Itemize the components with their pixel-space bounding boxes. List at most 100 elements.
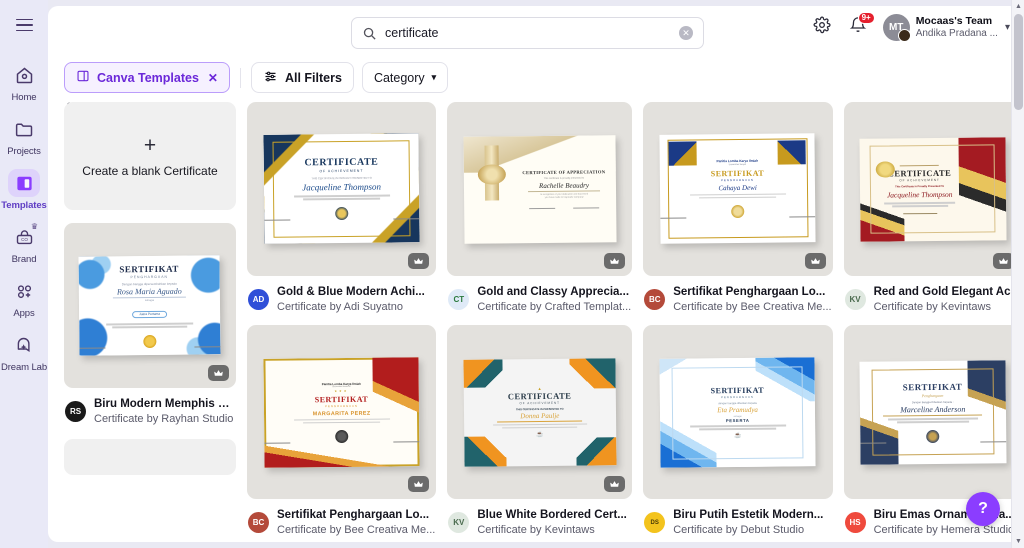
sidebar-item-apps[interactable]: Apps — [0, 270, 48, 324]
create-blank-certificate-card[interactable]: + Create a blank Certificate — [64, 102, 236, 210]
category-dropdown[interactable]: Category ▾ — [361, 62, 449, 93]
template-thumbnail[interactable]: ▲ CERTIFICATE OF ACHIEVEMENT THIS CERTIF… — [447, 325, 633, 500]
template-card[interactable]: Panitia Lomba Karya Ilmiah Universitas N… — [247, 325, 437, 537]
template-author: Certificate by Bee Creativa Me... — [277, 524, 436, 537]
cert-heading: CERTIFICATE — [304, 157, 379, 170]
template-title: Biru Modern Memphis Se... — [94, 398, 235, 410]
template-thumbnail[interactable]: SERTIFIKAT PENGHARGAAN dengan bangga dib… — [643, 325, 833, 500]
author-avatar: KV — [844, 289, 866, 311]
grid-column-right: CERTIFICATE OF ACHIEVEMENT THIS CERTIFIC… — [247, 102, 1020, 537]
template-author: Certificate by Kevintaws — [873, 300, 991, 313]
chevron-down-icon[interactable]: ▾ — [1005, 22, 1010, 33]
premium-crown-icon — [604, 253, 626, 269]
template-title: Sertifikat Penghargaan Lo... — [277, 509, 430, 522]
template-thumbnail[interactable]: CERTIFICATE OF APPRECIATION This certifi… — [447, 102, 633, 276]
template-thumbnail[interactable]: SERTIFIKAT PENGHARGAAN Dengan bangga dip… — [64, 223, 236, 388]
filter-divider — [239, 67, 241, 88]
template-thumbnail[interactable]: CERTIFICATE OF ACHIEVEMENT This Certific… — [843, 102, 1020, 276]
template-card[interactable]: Panitia Lomba Karya Ilmiah Universitas S… — [643, 102, 833, 314]
sidebar-item-label: Apps — [13, 308, 35, 319]
cert-subheading: OF ACHIEVEMENT — [319, 169, 364, 174]
clear-search-icon[interactable]: ✕ — [679, 26, 693, 40]
search-bar[interactable]: certificate ✕ — [351, 17, 704, 49]
all-filters-label: All Filters — [284, 70, 342, 85]
cert-subheading: This certificate is proudly presented to — [543, 176, 585, 180]
caret-up-icon[interactable]: ▲ — [1012, 0, 1024, 13]
author-avatar: BC — [248, 512, 269, 534]
cert-subheading: PENGHARGAAN — [721, 178, 755, 183]
search-icon — [362, 26, 377, 41]
chip-canva-templates[interactable]: Canva Templates ✕ — [64, 62, 230, 93]
cert-name: Jacqueline Thompson — [302, 182, 382, 194]
sidebar-item-templates[interactable]: Templates — [0, 162, 48, 216]
all-filters-button[interactable]: All Filters — [250, 62, 354, 93]
cert-subheading: OF ACHIEVEMENT — [519, 400, 560, 406]
sidebar-item-label: Templates — [1, 200, 47, 211]
template-thumbnail[interactable]: Panitia Lomba Karya Ilmiah Universitas N… — [247, 325, 437, 500]
author-avatar: DS — [644, 512, 666, 534]
close-icon[interactable]: ✕ — [208, 71, 218, 85]
main-panel: certificate ✕ 9+ MT Mocaas's Team Andika… — [48, 6, 1020, 542]
template-card[interactable]: ▲ CERTIFICATE OF ACHIEVEMENT THIS CERTIF… — [447, 325, 633, 537]
apps-icon — [8, 277, 40, 305]
template-card[interactable]: CERTIFICATE OF ACHIEVEMENT This Certific… — [843, 102, 1020, 314]
premium-crown-icon — [804, 253, 826, 269]
template-card[interactable]: CERTIFICATE OF ACHIEVEMENT THIS CERTIFIC… — [247, 102, 437, 314]
notifications-button[interactable]: 9+ — [845, 11, 875, 41]
cert-name: Eta Pramudya — [717, 405, 759, 415]
cert-subheading: PENGHARGAAN — [721, 394, 755, 400]
author-avatar: BC — [644, 289, 666, 311]
cert-subheading: PENGHARGAAN — [325, 403, 358, 408]
template-card-next-partial[interactable] — [64, 439, 236, 476]
scrollbar-thumb[interactable] — [1014, 14, 1023, 110]
template-title: Blue White Bordered Cert... — [477, 509, 627, 522]
grid-columns: + Create a blank Certificate SERTIFIKAT … — [48, 102, 1020, 537]
sidebar-item-home[interactable]: Home — [0, 54, 48, 108]
settings-button[interactable] — [809, 15, 835, 41]
cert-name: Cahaya Dewi — [718, 184, 758, 193]
brand-icon: CO ♛ — [8, 222, 40, 251]
caret-down-icon[interactable]: ▼ — [1012, 535, 1024, 548]
cert-name: Rosa Maria Aguado — [117, 286, 183, 296]
help-button[interactable]: ? — [966, 492, 1000, 526]
sidebar-item-label: Home — [11, 92, 37, 103]
template-title: Gold & Blue Modern Achi... — [277, 286, 425, 298]
template-thumbnail[interactable]: SERTIFIKAT Penghargaan Dengan Bangga Dib… — [843, 325, 1020, 500]
sidebar-item-dream-lab[interactable]: Dream Lab — [0, 324, 48, 378]
template-meta: CT Gold and Classy Apprecia... Certifica… — [447, 276, 632, 314]
template-card-featured[interactable]: SERTIFIKAT PENGHARGAAN Dengan bangga dip… — [64, 223, 236, 426]
author-avatar: RS — [65, 401, 86, 423]
header-actions: 9+ MT Mocaas's Team Andika Pradana ... ▾ — [809, 11, 1010, 42]
sidebar-item-label: Projects — [7, 146, 41, 157]
template-card[interactable]: SERTIFIKAT PENGHARGAAN dengan bangga dib… — [643, 325, 833, 537]
chevron-down-icon: ▾ — [431, 72, 437, 82]
sidebar-item-projects[interactable]: Projects — [0, 108, 48, 162]
template-author: Certificate by Bee Creativa Me... — [673, 300, 832, 313]
grid-column-left: + Create a blank Certificate SERTIFIKAT … — [64, 102, 236, 537]
cert-subheading: PENGHARGAAN — [130, 274, 169, 279]
template-meta: RS Biru Modern Memphis Se... Certificate… — [64, 388, 236, 426]
folder-icon — [8, 115, 40, 143]
cert-subheading: Penghargaan — [921, 392, 944, 398]
premium-crown-icon — [408, 253, 430, 269]
page-scrollbar[interactable]: ▲ ▼ — [1011, 0, 1024, 548]
account-menu[interactable]: MT Mocaas's Team Andika Pradana ... ▾ — [881, 14, 1010, 42]
sidebar-item-brand[interactable]: CO ♛ Brand — [0, 216, 48, 270]
notification-badge: 9+ — [857, 11, 875, 25]
cert-heading: SERTIFIKAT — [119, 263, 180, 274]
author-avatar: KV — [448, 512, 470, 534]
author-avatar: HS — [844, 512, 866, 534]
template-thumbnail[interactable]: Panitia Lomba Karya Ilmiah Universitas S… — [643, 102, 833, 276]
template-icon — [76, 69, 90, 86]
filter-bar: Canva Templates ✕ All Filters Category ▾ — [48, 60, 1020, 93]
cert-heading: SERTIFIKAT — [902, 381, 962, 393]
template-author: Certificate by Rayhan Studio — [94, 412, 234, 425]
template-thumbnail[interactable]: CERTIFICATE OF ACHIEVEMENT THIS CERTIFIC… — [247, 102, 437, 276]
canva-app-window: Home Projects Templates CO ♛ Brand Apps … — [0, 0, 1024, 548]
template-author: Certificate by Crafted Templat... — [477, 300, 632, 313]
cert-name: Marceline Anderson — [899, 404, 965, 415]
template-meta: BC Sertifikat Penghargaan Lo... Certific… — [643, 276, 832, 314]
search-input[interactable]: certificate — [385, 26, 679, 40]
hamburger-icon[interactable] — [9, 10, 39, 40]
template-card[interactable]: CERTIFICATE OF APPRECIATION This certifi… — [447, 102, 633, 314]
